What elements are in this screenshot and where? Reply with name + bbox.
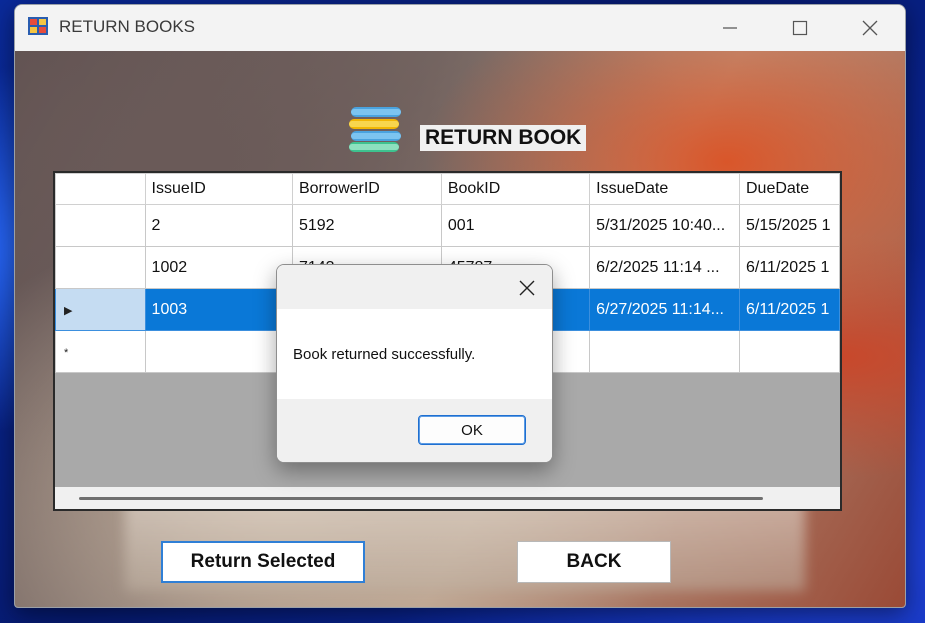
page-title: RETURN BOOK	[420, 125, 587, 151]
maximize-button[interactable]	[765, 5, 835, 51]
cell-due-date[interactable]: 6/11/2025 1	[739, 288, 840, 331]
minimize-button[interactable]	[695, 5, 765, 51]
new-row-cell[interactable]	[589, 330, 740, 373]
close-icon	[862, 20, 878, 36]
new-row-cell[interactable]	[739, 330, 840, 373]
minimize-icon	[723, 27, 737, 29]
close-icon	[519, 280, 535, 296]
grid-corner-header	[55, 173, 146, 205]
books-stack-icon	[349, 107, 401, 152]
cell-due-date[interactable]: 6/11/2025 1	[739, 246, 840, 289]
dialog-footer: OK	[277, 399, 552, 462]
title-bar[interactable]: RETURN BOOKS	[15, 5, 905, 51]
window-title: RETURN BOOKS	[59, 17, 196, 36]
new-row-cell[interactable]	[144, 330, 293, 373]
close-button[interactable]	[835, 5, 905, 51]
current-row-arrow-icon: ▶	[64, 304, 73, 317]
cell-issue-date[interactable]: 5/31/2025 10:40...	[589, 204, 740, 247]
ok-button[interactable]: OK	[418, 415, 526, 445]
cell-issue-id[interactable]: 1002	[144, 246, 293, 289]
cell-book-id[interactable]: 001	[440, 204, 591, 247]
message-dialog: Book returned successfully. OK	[276, 264, 553, 463]
column-header[interactable]: BookID	[440, 173, 591, 205]
dialog-message: Book returned successfully.	[293, 346, 476, 363]
dialog-body: Book returned successfully.	[277, 309, 552, 399]
back-button[interactable]: BACK	[517, 541, 671, 583]
scrollbar-thumb[interactable]	[79, 497, 763, 500]
cell-issue-date[interactable]: 6/2/2025 11:14 ...	[589, 246, 740, 289]
row-header[interactable]	[55, 204, 146, 247]
column-header[interactable]: BorrowerID	[291, 173, 442, 205]
new-row-marker-icon: *	[64, 346, 69, 359]
cell-borrower-id[interactable]: 5192	[291, 204, 442, 247]
cell-issue-id[interactable]: 1003	[144, 288, 293, 331]
grid-header-row: IssueID BorrowerID BookID IssueDate DueD…	[55, 173, 840, 205]
cell-due-date[interactable]: 5/15/2025 1	[739, 204, 840, 247]
row-header[interactable]: ▶	[55, 288, 146, 331]
row-header[interactable]: *	[55, 330, 146, 373]
column-header[interactable]: IssueDate	[589, 173, 740, 205]
table-row[interactable]: 2 5192 001 5/31/2025 10:40... 5/15/2025 …	[55, 204, 840, 247]
cell-issue-id[interactable]: 2	[144, 204, 293, 247]
dialog-close-button[interactable]	[512, 273, 542, 303]
column-header[interactable]: IssueID	[144, 173, 293, 205]
cell-issue-date[interactable]: 6/27/2025 11:14...	[589, 288, 740, 331]
return-selected-button[interactable]: Return Selected	[161, 541, 365, 583]
row-header[interactable]	[55, 246, 146, 289]
column-header[interactable]: DueDate	[739, 173, 840, 205]
horizontal-scrollbar[interactable]	[55, 487, 840, 509]
app-icon	[28, 17, 48, 35]
dialog-title-bar[interactable]	[277, 265, 552, 309]
maximize-icon	[792, 20, 808, 36]
